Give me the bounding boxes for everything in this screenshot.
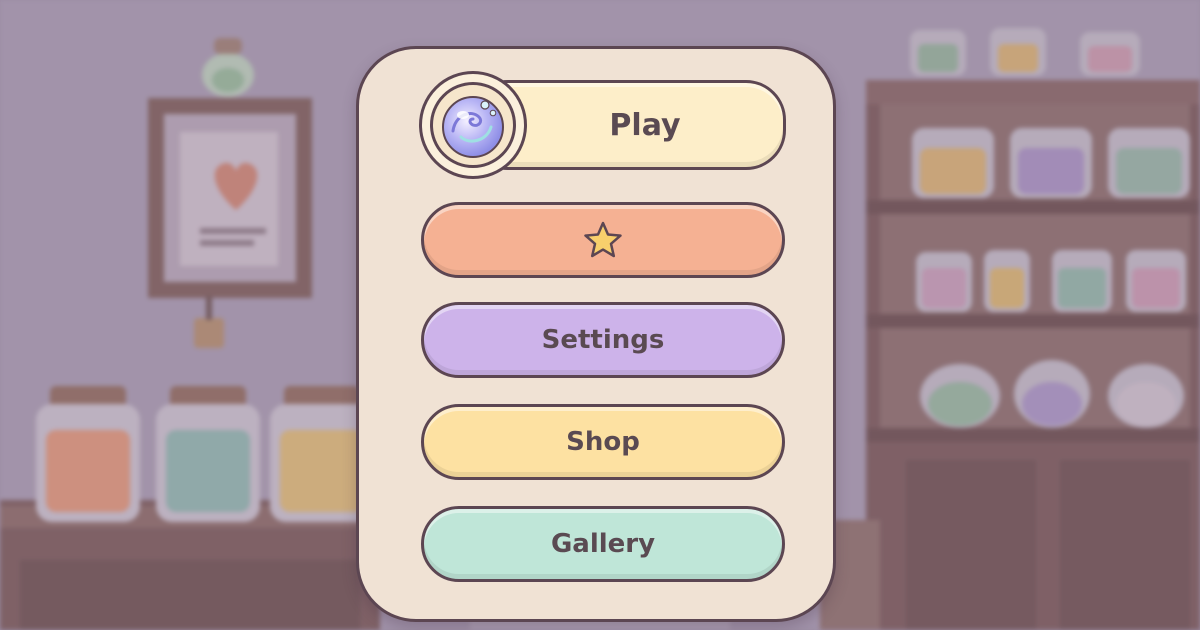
favorites-button[interactable] <box>421 202 785 278</box>
star-icon <box>584 221 622 258</box>
slime-orb-icon <box>442 96 504 158</box>
play-button-label: Play <box>609 107 681 143</box>
settings-button[interactable]: Settings <box>421 302 785 378</box>
shop-button[interactable]: Shop <box>421 404 785 480</box>
gallery-button[interactable]: Gallery <box>421 506 785 582</box>
settings-button-label: Settings <box>541 325 665 355</box>
gallery-button-label: Gallery <box>550 529 656 559</box>
play-medallion[interactable] <box>419 71 527 179</box>
play-medallion-inner <box>430 82 516 168</box>
game-main-menu-screen: Play Settings Shop Gallery <box>0 0 1200 630</box>
shop-button-label: Shop <box>566 427 640 457</box>
